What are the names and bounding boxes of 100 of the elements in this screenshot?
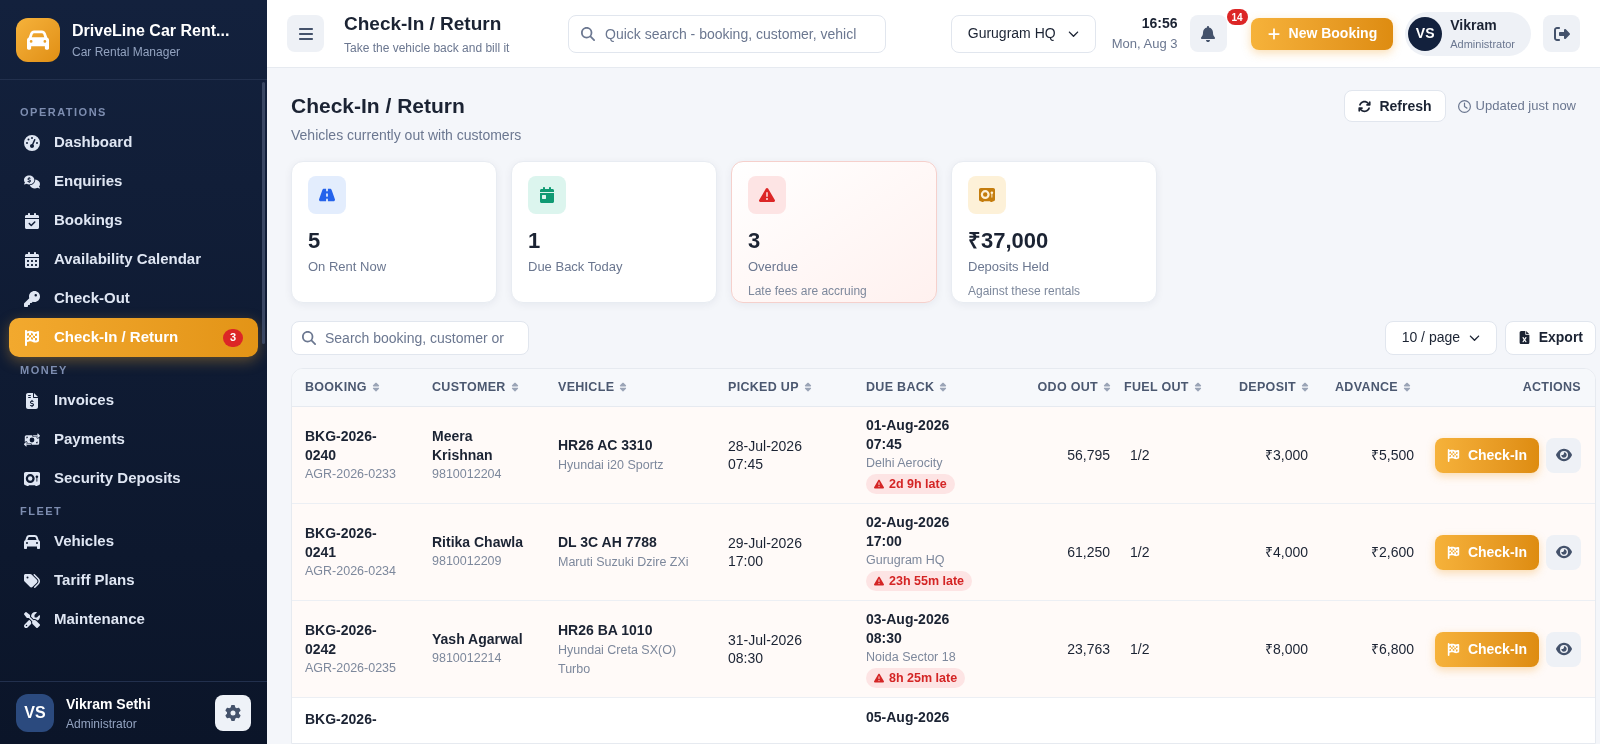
nav-item[interactable]: Availability Calendar <box>9 240 258 279</box>
vehicle-plate: HR26 BA 1010 <box>558 620 654 640</box>
stat-label: Due Back Today <box>528 257 624 276</box>
nav-section-title: FLEET <box>19 503 64 519</box>
car-logo-icon <box>16 17 60 62</box>
view-button[interactable] <box>1546 534 1581 570</box>
nav-item[interactable]: Bookings <box>9 201 258 240</box>
column-header[interactable]: DEPOSIT <box>1216 368 1322 407</box>
page-title: Check-In / Return <box>291 93 466 119</box>
sort-icon <box>938 382 949 393</box>
vehicle-model: Hyundai Creta SX(O) Turbo <box>558 641 678 678</box>
picked-up-time: 28-Jul-2026 07:45 <box>728 437 803 473</box>
stat-note: Against these rentals <box>968 283 1082 300</box>
tags-icon <box>24 572 40 589</box>
car-icon <box>24 533 40 550</box>
nav-item[interactable]: Tariff Plans <box>9 561 258 600</box>
table-search-field[interactable]: Search booking, customer or <box>291 320 529 355</box>
warning-icon <box>874 673 884 684</box>
deposit-amount: ₹3,000 <box>1264 447 1308 463</box>
menu-icon <box>297 25 314 42</box>
stat-label: Overdue <box>748 257 799 276</box>
column-header[interactable]: BOOKING <box>292 368 432 407</box>
deposit-amount: ₹4,000 <box>1264 544 1308 560</box>
search-field[interactable]: Quick search - booking, customer, vehicl <box>568 14 886 53</box>
tools-icon <box>24 611 40 628</box>
due-back-time: 01-Aug-2026 07:45 <box>866 415 951 454</box>
menu-button[interactable] <box>287 15 324 52</box>
calendar-check-icon <box>24 212 40 229</box>
nav-item[interactable]: Security Deposits <box>9 459 258 498</box>
table-row[interactable]: BKG-2026-0241 AGR-2026-0234 Ritika Chawla 9810012209 DL 3C AH 7788 Maruti Suzuki Dzire ZXi 29-Jul-2026 17:00 02-Aug-2026 17:00 Gurugram HQ 23h 55m late 61,250 1/2 ₹4,000 ₹2,600 Check-In <box>292 503 1595 601</box>
search-icon <box>302 330 316 345</box>
table-row[interactable]: BKG-2026-0240 AGR-2026-0233 Meera Krishnan 9810012204 HR26 AC 3310 Hyundai i20 Sportz 28-Jul-2026 07:45 01-Aug-2026 07:45 Delhi Aerocity 2d 9h late 56,795 1/2 ₹3,000 ₹5,500 Check-In <box>292 406 1595 504</box>
checkered-flag-icon <box>1446 448 1460 462</box>
brand-name: DriveLine Car Rent... <box>72 20 230 41</box>
advance-amount: ₹5,500 <box>1370 447 1414 463</box>
agreement-id: AGR-2026-0234 <box>305 562 398 580</box>
branch-select[interactable]: Gurugram HQ <box>950 14 1096 53</box>
nav-item[interactable]: Vehicles <box>9 522 258 561</box>
nav-item[interactable]: Dashboard <box>9 123 258 162</box>
fuel-out: 1/2 <box>1129 641 1150 657</box>
bell-icon <box>1200 25 1217 42</box>
calendar-icon <box>24 251 40 268</box>
count-badge: 3 <box>223 328 243 347</box>
nav-item[interactable]: Payments <box>9 420 258 459</box>
sort-icon <box>802 382 813 393</box>
deposit-amount: ₹8,000 <box>1264 641 1308 657</box>
return-location: Noida Sector 18 <box>866 648 956 666</box>
agreement-id: AGR-2026-0235 <box>305 659 398 677</box>
calendar-icon <box>528 175 566 214</box>
picked-up-time: 29-Jul-2026 17:00 <box>728 534 803 570</box>
customer-name: Meera Krishnan <box>432 426 494 465</box>
booking-id: BKG-2026-0242 <box>305 620 378 659</box>
column-header[interactable]: ADVANCE <box>1322 368 1424 407</box>
stat-label: On Rent Now <box>308 257 388 276</box>
refresh-button[interactable]: Refresh <box>1344 90 1446 122</box>
return-location: Delhi Aerocity <box>866 454 943 472</box>
nav-item[interactable]: Check-Out <box>9 279 258 318</box>
chat-bubbles-icon <box>24 173 40 190</box>
column-header[interactable]: PICKED UP <box>728 368 866 407</box>
vehicle-plate: DL 3C AH 7788 <box>558 533 658 553</box>
settings-button[interactable] <box>215 695 251 731</box>
warning-icon <box>874 576 884 587</box>
stat-value: 3 <box>748 226 762 255</box>
stat-label: Deposits Held <box>968 257 1050 276</box>
nav-item[interactable]: Check-In / Return 3 <box>9 318 258 357</box>
advance-amount: ₹6,800 <box>1370 641 1414 657</box>
nav-item[interactable]: Maintenance <box>9 600 258 639</box>
eye-icon <box>1555 641 1572 657</box>
late-badge: 8h 25m late <box>866 668 966 689</box>
column-header: ACTIONS <box>1424 368 1595 407</box>
column-header[interactable]: FUEL OUT <box>1124 368 1216 407</box>
view-button[interactable] <box>1546 631 1581 667</box>
gauge-icon <box>24 134 40 151</box>
table-row[interactable]: BKG-2026-0242 AGR-2026-0235 Yash Agarwal 9810012214 HR26 BA 1010 Hyundai Creta SX(O) Turbo 31-Jul-2026 08:30 03-Aug-2026 08:30 Noida Sector 18 8h 25m late 23,763 1/2 ₹8,000 ₹6,800 Check-In <box>292 600 1595 698</box>
logout-button[interactable] <box>1543 15 1580 52</box>
checkered-flag-icon <box>24 329 40 346</box>
page-size-select[interactable]: 10 / page <box>1384 320 1497 355</box>
column-header[interactable]: DUE BACK <box>866 368 1016 407</box>
column-header[interactable]: VEHICLE <box>558 368 728 407</box>
nav-item[interactable]: Enquiries <box>9 162 258 201</box>
picked-up-time: 31-Jul-2026 08:30 <box>728 631 803 667</box>
sort-icon <box>1192 382 1203 393</box>
nav-item[interactable]: Invoices <box>9 381 258 420</box>
updated-status: Updated just now <box>1457 96 1576 116</box>
export-button[interactable]: Export <box>1504 320 1596 355</box>
customer-phone: 9810012214 <box>432 650 503 668</box>
clock-date: Mon, Aug 3 <box>1111 35 1178 54</box>
key-icon <box>24 290 40 307</box>
notification-count: 14 <box>1226 9 1248 25</box>
eye-icon <box>1555 544 1572 560</box>
customer-name: Ritika Chawla <box>432 533 525 553</box>
settings-icon <box>225 705 241 721</box>
column-header[interactable]: ODO OUT <box>1016 368 1124 407</box>
logout-icon <box>1553 25 1570 42</box>
column-header[interactable]: CUSTOMER <box>432 368 558 407</box>
warning-icon <box>874 479 884 490</box>
notifications-button[interactable] <box>1189 15 1227 52</box>
user-chip[interactable]: VS Vikram Administrator <box>1405 11 1531 56</box>
money-transfer-icon <box>24 431 40 448</box>
view-button[interactable] <box>1546 437 1581 473</box>
